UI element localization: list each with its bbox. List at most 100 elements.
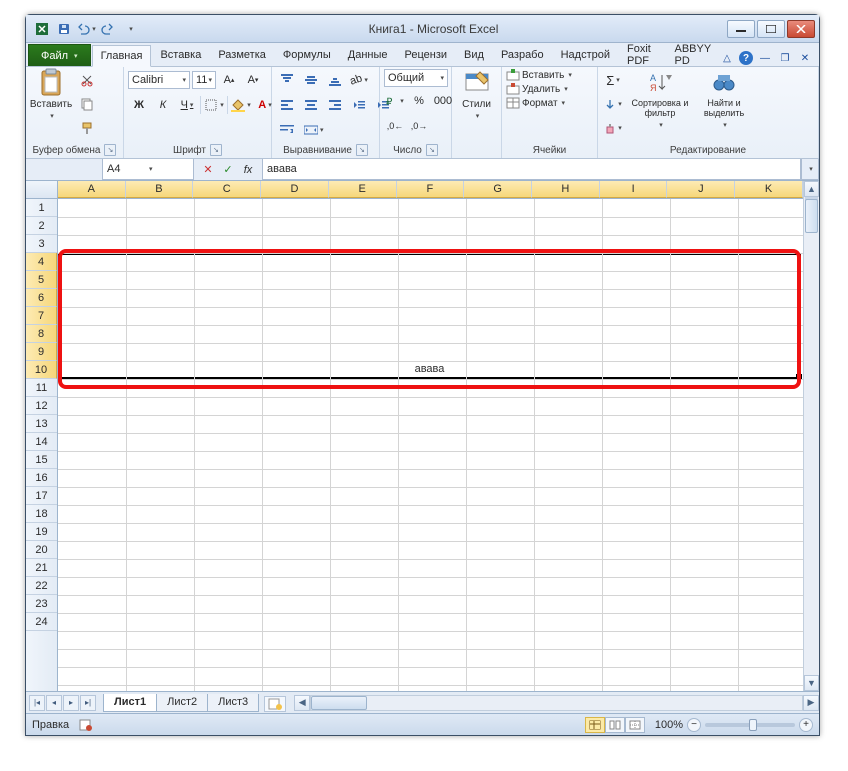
formula-expand-icon[interactable]: ▾ [801, 159, 819, 180]
decrease-indent-icon[interactable] [348, 94, 370, 116]
scroll-right-icon[interactable]: ▶ [803, 695, 819, 711]
dialog-launcher-icon[interactable]: ↘ [356, 144, 368, 156]
comma-style-icon[interactable]: 000 [432, 90, 454, 112]
excel-app-icon[interactable] [32, 19, 52, 39]
undo-icon[interactable]: ▾ [76, 19, 96, 39]
tab-page-layout[interactable]: Разметка [210, 44, 274, 66]
tab-insert[interactable]: Вставка [152, 44, 209, 66]
col-header-B[interactable]: B [126, 181, 194, 198]
view-page-break-icon[interactable] [625, 717, 645, 733]
row-header[interactable]: 15 [26, 451, 57, 469]
fill-icon[interactable]: ▾ [602, 93, 624, 115]
col-header-H[interactable]: H [532, 181, 600, 198]
workbook-restore-icon[interactable]: ❐ [777, 50, 793, 66]
row-header[interactable]: 17 [26, 487, 57, 505]
accounting-format-icon[interactable]: ₽▾ [384, 90, 406, 112]
align-middle-icon[interactable] [300, 69, 322, 91]
row-header[interactable]: 12 [26, 397, 57, 415]
enter-edit-icon[interactable]: ✓ [220, 162, 236, 178]
sheet-nav-first-icon[interactable]: |◂ [29, 695, 45, 711]
increase-decimal-icon[interactable]: ,0← [384, 115, 406, 137]
sheet-nav-prev-icon[interactable]: ◂ [46, 695, 62, 711]
merge-center-icon[interactable]: ▾ [300, 119, 328, 141]
vertical-scrollbar[interactable]: ▲ ▼ [803, 181, 819, 691]
sheet-tab[interactable]: Лист3 [207, 694, 259, 712]
row-header[interactable]: 8 [26, 325, 57, 343]
tab-formulas[interactable]: Формулы [275, 44, 339, 66]
macro-record-icon[interactable] [79, 719, 93, 731]
zoom-thumb[interactable] [749, 719, 757, 731]
sort-filter-button[interactable]: АЯ Сортировка и фильтр▾ [630, 69, 690, 129]
view-page-layout-icon[interactable] [605, 717, 625, 733]
row-header[interactable]: 22 [26, 577, 57, 595]
delete-cells-icon[interactable]: Удалить▾ [506, 83, 568, 95]
scroll-up-icon[interactable]: ▲ [804, 181, 819, 197]
maximize-button[interactable] [757, 20, 785, 38]
styles-button[interactable]: Стили▾ [456, 69, 497, 120]
underline-button[interactable]: Ч▾ [176, 94, 198, 116]
col-header-C[interactable]: C [193, 181, 261, 198]
row-header[interactable]: 6 [26, 289, 57, 307]
row-header[interactable]: 2 [26, 217, 57, 235]
decrease-decimal-icon[interactable]: ,0→ [408, 115, 430, 137]
fill-color-icon[interactable]: ▾ [230, 94, 252, 116]
row-header[interactable]: 11 [26, 379, 57, 397]
fx-icon[interactable]: fx [240, 162, 256, 178]
col-header-J[interactable]: J [667, 181, 735, 198]
col-header-A[interactable]: A [58, 181, 126, 198]
row-header[interactable]: 21 [26, 559, 57, 577]
row-header[interactable]: 9 [26, 343, 57, 361]
tab-review[interactable]: Рецензи [397, 44, 456, 66]
row-header[interactable]: 10 [26, 361, 57, 379]
col-header-E[interactable]: E [329, 181, 397, 198]
help-icon[interactable]: ? [739, 51, 753, 65]
col-header-D[interactable]: D [261, 181, 329, 198]
scroll-down-icon[interactable]: ▼ [804, 675, 819, 691]
tab-addins[interactable]: Надстрой [553, 44, 618, 66]
row-header[interactable]: 20 [26, 541, 57, 559]
scroll-thumb[interactable] [311, 696, 367, 710]
sheet-nav-next-icon[interactable]: ▸ [63, 695, 79, 711]
dialog-launcher-icon[interactable]: ↘ [426, 144, 438, 156]
tab-developer[interactable]: Разрабо [493, 44, 552, 66]
bold-button[interactable]: Ж [128, 94, 150, 116]
row-header[interactable]: 13 [26, 415, 57, 433]
align-right-icon[interactable] [324, 94, 346, 116]
row-header[interactable]: 24 [26, 613, 57, 631]
workbook-close-icon[interactable]: ✕ [797, 50, 813, 66]
cancel-edit-icon[interactable]: ✕ [200, 162, 216, 178]
close-button[interactable] [787, 20, 815, 38]
col-header-K[interactable]: K [735, 181, 803, 198]
percent-icon[interactable]: % [408, 90, 430, 112]
autosum-icon[interactable]: Σ▾ [602, 69, 624, 91]
clear-icon[interactable]: ▾ [602, 117, 624, 139]
zoom-out-icon[interactable]: − [687, 718, 701, 732]
row-header[interactable]: 23 [26, 595, 57, 613]
file-tab[interactable]: Файл▾ [28, 44, 91, 66]
row-header[interactable]: 19 [26, 523, 57, 541]
minimize-button[interactable] [727, 20, 755, 38]
row-header[interactable]: 7 [26, 307, 57, 325]
format-painter-icon[interactable] [76, 117, 98, 139]
format-cells-icon[interactable]: Формат▾ [506, 97, 565, 109]
tab-abbyy[interactable]: ABBYY PD [667, 44, 720, 66]
view-normal-icon[interactable] [585, 717, 605, 733]
sheet-tab[interactable]: Лист1 [103, 694, 157, 712]
tab-foxit[interactable]: Foxit PDF [619, 44, 665, 66]
orientation-icon[interactable]: ab▾ [348, 69, 370, 91]
tab-view[interactable]: Вид [456, 44, 492, 66]
align-top-icon[interactable] [276, 69, 298, 91]
zoom-slider[interactable] [705, 723, 795, 727]
zoom-in-icon[interactable]: + [799, 718, 813, 732]
new-sheet-icon[interactable] [264, 696, 286, 712]
zoom-value[interactable]: 100% [655, 719, 683, 731]
col-header-F[interactable]: F [397, 181, 465, 198]
redo-icon[interactable] [98, 19, 118, 39]
col-header-G[interactable]: G [464, 181, 532, 198]
sheet-tab[interactable]: Лист2 [156, 694, 208, 712]
italic-button[interactable]: К [152, 94, 174, 116]
workbook-minimize-icon[interactable]: — [757, 50, 773, 66]
find-select-button[interactable]: Найти и выделить▾ [696, 69, 752, 129]
formula-input[interactable]: авава [262, 159, 801, 180]
horizontal-scrollbar[interactable]: ◀ ▶ [294, 695, 819, 711]
